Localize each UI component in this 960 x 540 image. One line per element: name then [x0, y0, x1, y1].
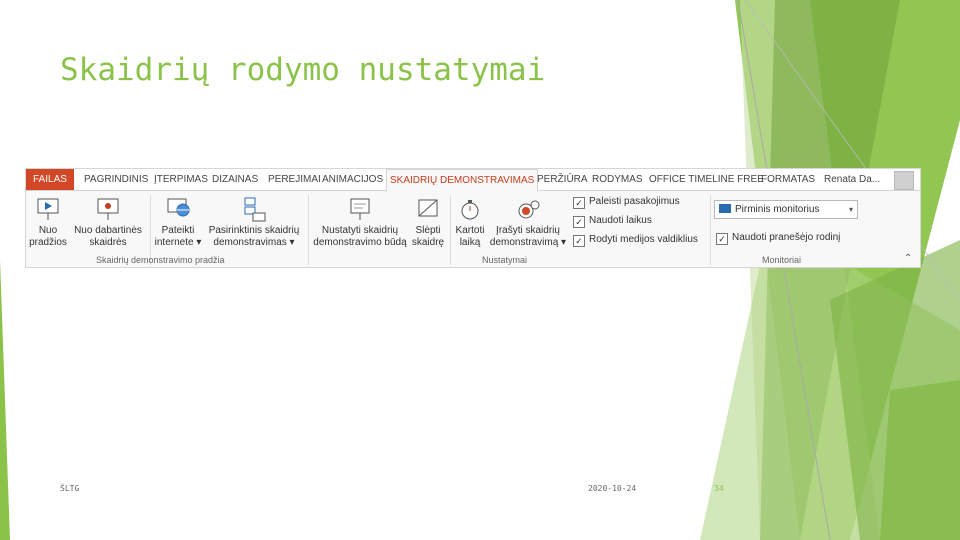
tab-slideshow[interactable]: SKAIDRIŲ DEMONSTRAVIMAS — [386, 169, 539, 192]
tab-home[interactable]: PAGRINDINIS — [84, 169, 148, 190]
slide-title: Skaidrių rodymo nustatymai — [60, 52, 546, 88]
check-icon: ✓ — [573, 197, 585, 209]
ppt-ribbon: FAILAS PAGRINDINIS ĮTERPIMAS DIZAINAS PE… — [25, 168, 921, 268]
use-timings-checkbox[interactable]: ✓ Naudoti laikus — [573, 214, 652, 228]
cmd-label-line2: laiką — [459, 237, 481, 248]
page-number: 34 — [714, 484, 724, 493]
cmd-label-line2: internete ▾ — [154, 237, 202, 248]
group-label-start: Skaidrių demonstravimo pradžia — [96, 255, 225, 265]
rehearse-timings-button[interactable]: Kartoti laiką — [452, 196, 488, 249]
tab-animations[interactable]: ANIMACIJOS — [322, 169, 383, 190]
check-icon: ✓ — [716, 233, 728, 245]
collapse-ribbon-icon[interactable]: ⌃ — [904, 253, 912, 264]
from-beginning-button[interactable]: Nuo pradžios — [28, 196, 68, 249]
tab-transitions[interactable]: PEREJIMAI — [268, 169, 321, 190]
tab-insert[interactable]: ĮTERPIMAS — [154, 169, 208, 190]
cmd-label-line2: skaidrės — [89, 237, 127, 248]
monitor-dropdown-value: Pirminis monitorius — [735, 204, 820, 215]
checkbox-label: Naudoti laikus — [589, 215, 652, 226]
tab-design[interactable]: DIZAINAS — [212, 169, 258, 190]
tab-format[interactable]: FORMATAS — [761, 169, 815, 190]
tab-review[interactable]: PERŽIŪRA — [537, 169, 588, 190]
footer-date: 2020-10-24 — [588, 484, 637, 493]
cmd-label-line2: pradžios — [29, 237, 67, 248]
group-separator — [450, 195, 451, 265]
chevron-down-icon: ▾ — [848, 205, 853, 214]
cmd-label-line1: Slėpti — [415, 225, 441, 236]
show-media-controls-checkbox[interactable]: ✓ Rodyti medijos valdiklius — [573, 233, 698, 247]
cmd-label-line2: demonstravimas ▾ — [213, 237, 295, 248]
cmd-label-line1: Pateikti — [161, 225, 195, 236]
ribbon-tabs: FAILAS PAGRINDINIS ĮTERPIMAS DIZAINAS PE… — [26, 169, 920, 192]
set-up-slideshow-button[interactable]: Nustatyti skaidrių demonstravimo būdą — [312, 196, 408, 249]
stopwatch-icon — [461, 200, 479, 220]
setup-slideshow-icon — [350, 198, 370, 220]
hide-slide-button[interactable]: Slėpti skaidrę — [410, 196, 446, 249]
from-current-slide-button[interactable]: Nuo dabartinės skaidrės — [72, 196, 144, 249]
cmd-label-line1: Nuo — [38, 225, 58, 236]
cmd-label-line1: Nustatyti skaidrių — [321, 225, 399, 236]
group-label-setup: Nustatymai — [482, 255, 528, 265]
avatar[interactable] — [894, 171, 914, 190]
group-separator — [710, 195, 711, 265]
tab-file[interactable]: FAILAS — [26, 169, 74, 190]
present-online-icon — [167, 198, 190, 217]
presenter-view-checkbox[interactable]: ✓ Naudoti pranešėjo rodinį — [716, 231, 840, 245]
checkbox-label: Naudoti pranešėjo rodinį — [732, 232, 841, 243]
slideshow-current-icon — [97, 198, 119, 220]
checkbox-label: Paleisti pasakojimus — [589, 196, 680, 207]
tab-view[interactable]: RODYMAS — [592, 169, 643, 190]
monitor-dropdown[interactable]: Pirminis monitorius ▾ — [714, 200, 858, 219]
cmd-label-line1: Kartoti — [455, 225, 485, 236]
tab-office-timeline[interactable]: OFFICE TIMELINE FREE — [649, 169, 764, 190]
monitor-icon — [719, 204, 731, 213]
play-narrations-checkbox[interactable]: ✓ Paleisti pasakojimus — [573, 195, 680, 209]
present-online-button[interactable]: Pateikti internete ▾ — [154, 196, 202, 249]
footer-left: ŠLTG — [60, 484, 80, 493]
cmd-label-line1: Įrašyti skaidrių — [496, 225, 560, 236]
user-name[interactable]: Renata Da... — [824, 169, 880, 190]
cmd-label-line2: skaidrę — [411, 237, 445, 248]
checkbox-label: Rodyti medijos valdiklius — [589, 234, 698, 245]
record-icon — [518, 200, 540, 219]
cmd-label-line1: Nuo dabartinės — [74, 225, 142, 236]
custom-slideshow-icon — [244, 197, 266, 222]
hide-slide-icon — [418, 199, 438, 217]
cmd-label-line2: demonstravimo būdą — [313, 237, 407, 248]
check-icon: ✓ — [573, 216, 585, 228]
custom-slideshow-button[interactable]: Pasirinktinis skaidrių demonstravimas ▾ — [204, 196, 304, 249]
check-icon: ✓ — [573, 235, 585, 247]
record-slideshow-button[interactable]: Įrašyti skaidrių demonstravimą ▾ — [488, 196, 568, 249]
slideshow-start-icon — [37, 198, 59, 220]
cmd-label-line1: Pasirinktinis skaidrių — [208, 225, 300, 236]
cmd-label-line2: demonstravimą ▾ — [489, 237, 567, 248]
group-separator — [308, 195, 309, 265]
group-label-monitors: Monitoriai — [762, 255, 802, 265]
